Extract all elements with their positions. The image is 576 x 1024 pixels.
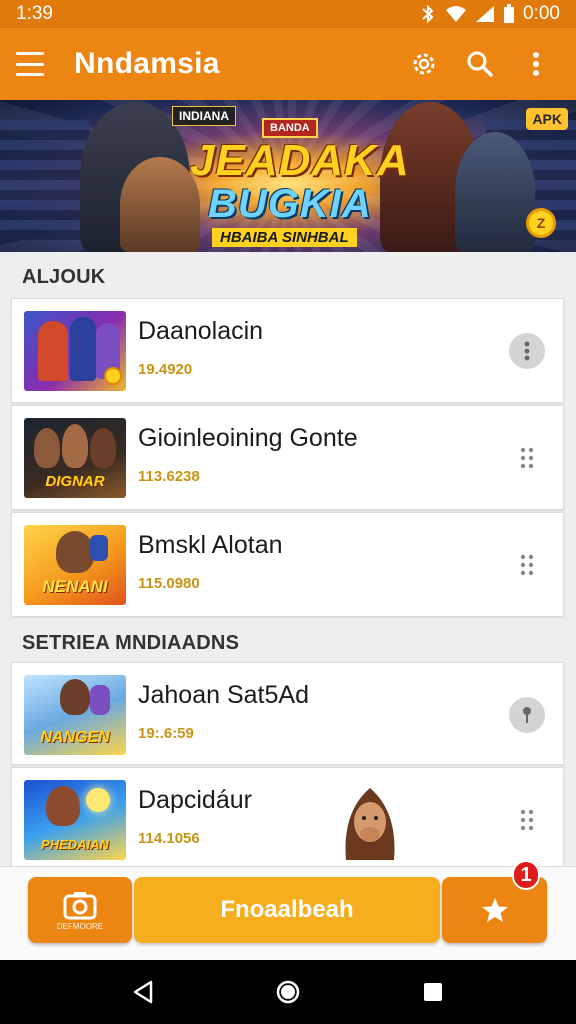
item-drag-handle[interactable] (509, 440, 545, 476)
item-meta: 19.4920 (138, 361, 193, 378)
signal-icon (476, 6, 495, 22)
status-time: 0:00 (523, 3, 560, 24)
thinking-avatar-icon (340, 782, 400, 862)
status-icons: 0:00 (419, 3, 560, 25)
banner-title-line1: JEADAKA (190, 136, 410, 185)
system-nav-bar (0, 960, 576, 1024)
game-thumbnail: NANGEN (24, 675, 126, 755)
item-name: Jahoan Sat5Ad (138, 681, 309, 709)
drag-handle-icon (520, 554, 534, 576)
game-thumbnail (24, 311, 126, 391)
thumb-caption: NANGEN (40, 729, 110, 746)
drag-handle-icon (520, 809, 534, 831)
banner-stripes-left (0, 120, 90, 240)
item-more-button[interactable] (509, 697, 545, 733)
item-name: Bmskl Alotan (138, 531, 283, 559)
banner-hero-brawler (455, 132, 535, 252)
banner-tag-mid: BANDA (262, 118, 318, 138)
overflow-icon[interactable] (512, 40, 560, 88)
item-meta: 113.6238 (138, 468, 200, 485)
home-icon[interactable] (266, 970, 310, 1014)
item-meta: 115.0980 (138, 575, 200, 592)
item-meta: 114.1056 (138, 830, 200, 847)
promo-banner[interactable]: INDIANA BANDA JEADAKA BUGKIA HBAIBA SINH… (0, 100, 576, 252)
camera-button[interactable]: DEFMOORE (28, 877, 132, 943)
banner-hero-fighter (120, 157, 200, 252)
main-action-button[interactable]: Fnoaalbeah (134, 877, 440, 943)
thumb-caption: NENANI (42, 577, 108, 596)
list-item[interactable]: NENANI Bmskl Alotan 115.0980 (11, 512, 564, 617)
game-thumbnail: PHEDAIAN (24, 780, 126, 860)
camera-icon (63, 891, 97, 919)
list-item[interactable]: Daanolacin 19.4920 (11, 298, 564, 403)
banner-subtitle: HBAIBA SINHBAL (212, 228, 357, 247)
thumb-caption: DIGNAR (45, 473, 105, 490)
game-thumbnail: NENANI (24, 525, 126, 605)
section-label-2: SETRIEA MNDIAADNS (22, 632, 240, 654)
battery-icon (504, 4, 515, 23)
status-left-text: 1:39 (16, 3, 53, 24)
item-name: Dapcidáur (138, 786, 252, 814)
overflow-icon (524, 341, 530, 361)
list-item[interactable]: NANGEN Jahoan Sat5Ad 19:.6:59 (11, 662, 564, 765)
wifi-icon (446, 6, 467, 22)
settings-icon[interactable] (400, 40, 448, 88)
notification-badge: 1 (512, 860, 540, 890)
status-bar: 1:39 0:00 (0, 0, 576, 28)
bottom-action-bar: DEFMOORE Fnoaalbeah (0, 866, 576, 960)
recents-icon[interactable] (411, 970, 455, 1014)
item-more-button[interactable] (509, 333, 545, 369)
item-name: Daanolacin (138, 317, 264, 345)
search-icon[interactable] (456, 40, 504, 88)
coin-icon: Z (526, 208, 556, 238)
item-drag-handle[interactable] (509, 802, 545, 838)
item-name: Gioinleoining Gonte (138, 424, 358, 452)
banner-title-line2: BUGKIA (208, 182, 372, 226)
app-title: Nndamsia (74, 47, 220, 80)
app-bar: Nndamsia (0, 28, 576, 100)
drag-handle-icon (520, 447, 534, 469)
camera-button-label: DEFMOORE (56, 921, 104, 931)
bluetooth-icon (422, 5, 434, 23)
pin-icon (523, 707, 531, 723)
hamburger-icon[interactable] (16, 52, 44, 76)
thumb-caption: PHEDAIAN (41, 837, 109, 852)
list-item[interactable]: PHEDAIAN Dapcidáur 114.1056 (11, 767, 564, 867)
section-label-1: ALJOUK (22, 266, 106, 288)
item-meta: 19:.6:59 (138, 725, 194, 742)
back-icon[interactable] (121, 970, 165, 1014)
item-drag-handle[interactable] (509, 547, 545, 583)
game-thumbnail: DIGNAR (24, 418, 126, 498)
banner-tag-top: INDIANA (172, 106, 236, 126)
list-item[interactable]: DIGNAR Gioinleoining Gonte 113.6238 (11, 405, 564, 510)
star-icon (481, 898, 508, 922)
apk-badge: APK (526, 108, 568, 130)
